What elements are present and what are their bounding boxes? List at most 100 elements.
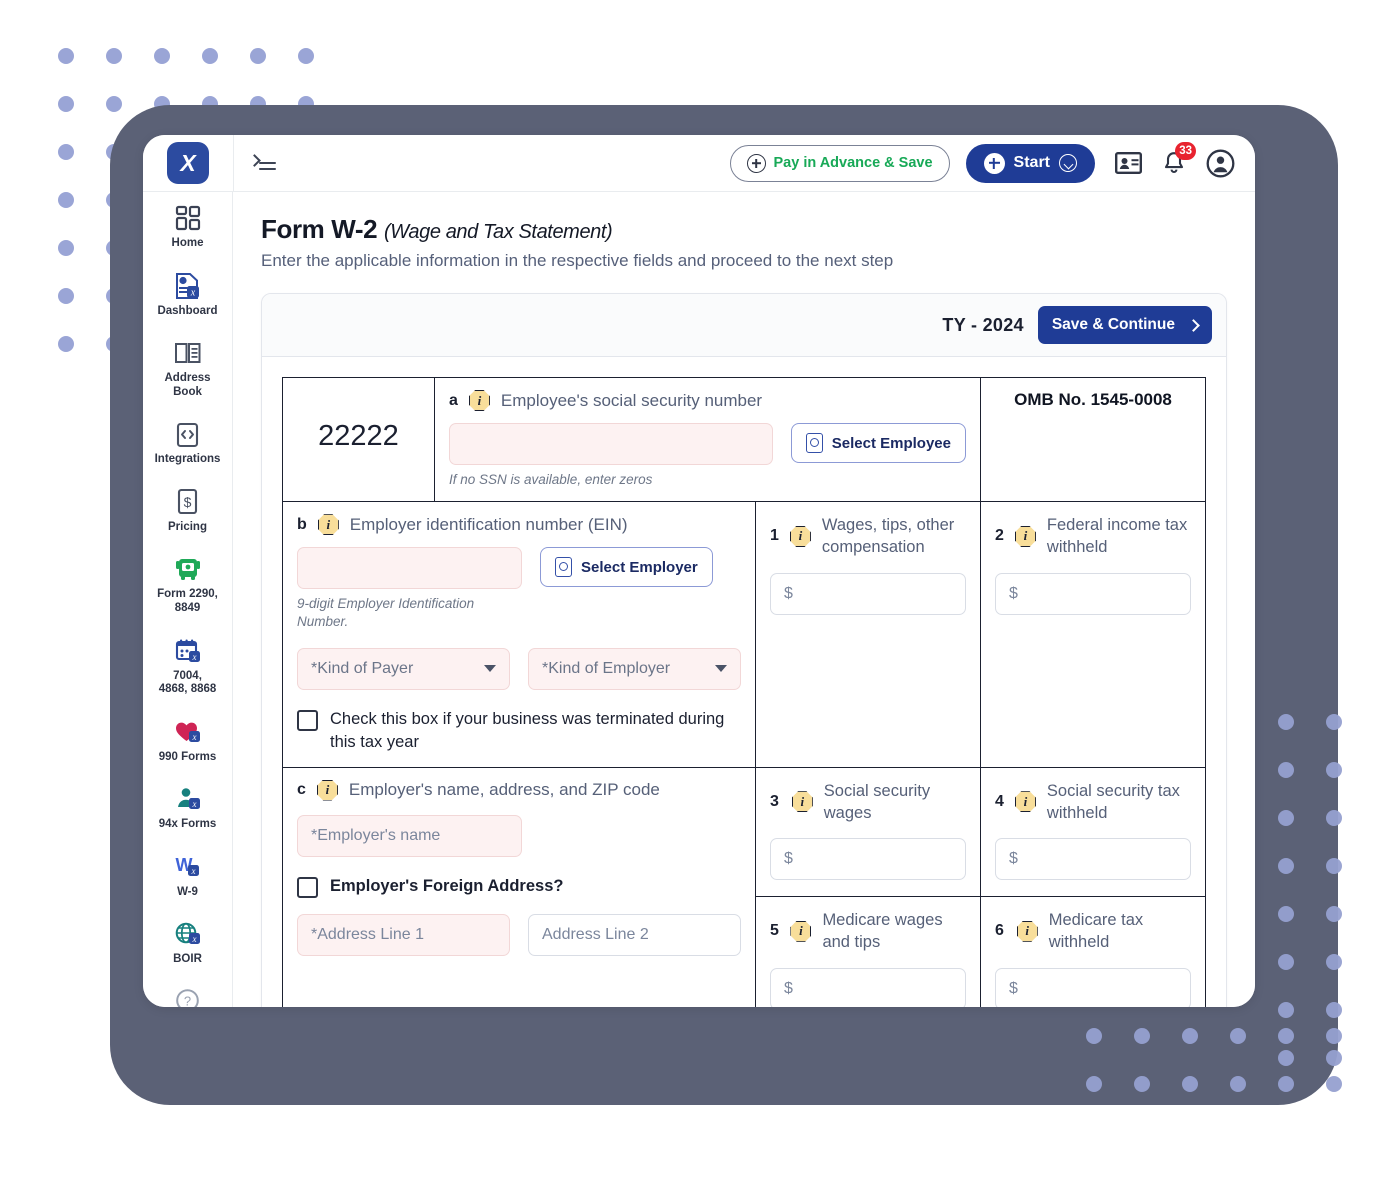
sidebar-item-label: BOIR [173,953,202,966]
foreign-address-checkbox[interactable] [297,876,318,898]
notifications-button[interactable]: 33 [1162,141,1196,176]
collapse-menu-icon[interactable] [248,152,276,174]
box-3-input[interactable]: $ [770,838,966,881]
dollar-document-icon: $ [147,487,228,517]
box-3-label: Social security wages [823,781,931,822]
foreign-address-label: Employer's Foreign Address? [330,876,564,895]
sidebar-item-7004-4868-8868[interactable]: x 7004, 4868, 8868 [143,625,232,706]
box-6-cell: 6 i Medicare tax withheld $ [980,896,1206,1007]
w2-row-top: 22222 a i Employee's social security num… [282,376,1206,503]
chevron-down-icon [715,665,727,673]
sidebar-item-w-9[interactable]: W x W-9 [143,841,232,909]
decor-dot [106,96,122,112]
kind-of-payer-value: *Kind of Payer [311,659,414,677]
save-and-continue-label: Save & Continue [1051,316,1175,333]
box-4-input[interactable]: $ [995,838,1191,881]
box-b-cell: b i Employer identification number (EIN)… [282,501,756,768]
box-a-label: Employee's social security number [500,390,763,410]
sidebar-item-pricing[interactable]: $ Pricing [143,476,232,544]
save-and-continue-button[interactable]: Save & Continue [1037,306,1212,344]
address-line-2-input[interactable]: Address Line 2 [528,913,741,956]
box-c-content: c i Employer's name, address, and ZIP co… [283,768,755,968]
page-title-subtitle: (Wage and Tax Statement) [384,221,613,243]
ssn-hint: If no SSN is available, enter zeros [449,472,653,487]
ein-input[interactable] [297,547,522,590]
info-icon[interactable]: i [316,779,338,801]
decor-dot [58,192,74,208]
decor-dot [1278,1076,1294,1092]
decorative-dot-grid-bottom [1086,1028,1342,1092]
info-icon[interactable]: i [1014,525,1036,547]
decor-dot [1326,714,1342,730]
address-line-1-input[interactable]: *Address Line 1 [297,913,510,956]
sidebar-item-form-2290-8849[interactable]: Form 2290, 8849 [143,543,232,624]
box-5-label: Medicare wages and tips [822,911,943,952]
plus-circle-icon [746,153,766,173]
document-search-icon [555,557,572,578]
sidebar-item-boir[interactable]: x BOIR [143,908,232,976]
pay-in-advance-button[interactable]: Pay in Advance & Save [729,144,950,182]
sidebar-item-990-forms[interactable]: x 990 Forms [143,706,232,774]
user-account-button[interactable] [1206,149,1235,178]
sidebar-item-address-book[interactable]: Address Book [143,327,232,408]
sidebar-item-dashboard[interactable]: x Dashboard [143,260,232,328]
sidebar-nav: Home x Dashboard Address Book Integratio… [143,192,233,1007]
decor-dot [1086,1076,1102,1092]
top-toolbar-right: Pay in Advance & Save Start 33 [233,135,1255,191]
info-icon[interactable]: i [790,920,812,942]
decor-dot [154,48,170,64]
select-employer-button[interactable]: Select Employer [540,547,713,588]
foreign-address-checkbox-row[interactable]: Employer's Foreign Address? [297,875,741,898]
decor-dot [1326,762,1342,778]
select-employee-button[interactable]: Select Employee [790,423,966,463]
sidebar-item-integrations[interactable]: Integrations [143,408,232,476]
svg-text:x: x [191,799,196,809]
box-2-label: Federal income tax withheld [1046,516,1188,557]
decor-dot [1326,858,1342,874]
decor-dot [1278,1002,1294,1018]
info-icon[interactable]: i [789,525,811,547]
decorative-dot-grid-right [1278,714,1342,1066]
info-icon[interactable]: i [1016,920,1038,942]
sidebar-item-label-line2: 4868, 8868 [158,683,217,696]
decor-dot [1230,1028,1246,1044]
info-icon[interactable]: i [468,390,490,411]
box-a-letter: a [449,391,458,409]
form-card-header: TY - 2024 Save & Continue [262,294,1226,357]
sidebar-item-label-line1: Address [164,372,211,385]
window-body: Home x Dashboard Address Book Integratio… [143,192,1255,1007]
kind-of-payer-select[interactable]: *Kind of Payer [297,647,510,690]
start-button[interactable]: Start [965,143,1095,183]
svg-text:x: x [191,732,196,742]
terminated-checkbox-row[interactable]: Check this box if your business was term… [297,708,741,755]
decor-dot [1086,1028,1102,1044]
box-1-input[interactable]: $ [770,572,966,615]
kind-of-employer-select[interactable]: *Kind of Employer [528,647,741,690]
box-5-input[interactable]: $ [770,967,966,1007]
code-clipboard-icon [147,419,228,449]
box-5-cell: 5 i Medicare wages and tips $ [755,896,981,1007]
info-icon[interactable]: i [1014,791,1036,813]
decor-dot [58,240,74,256]
sidebar-item-home[interactable]: Home [143,192,232,260]
contact-card-button[interactable] [1115,152,1142,174]
terminated-checkbox[interactable] [297,709,318,731]
decor-dot [58,288,74,304]
info-icon[interactable]: i [317,514,339,536]
box-6-input[interactable]: $ [995,967,1191,1007]
svg-text:x: x [191,934,196,944]
decor-dot [1326,810,1342,826]
box-4-content: 4 i Social security tax withheld $ [981,768,1205,897]
box-a-content: a i Employee's social security number If… [435,378,980,501]
ssn-input[interactable] [449,423,773,465]
sidebar-item-help[interactable]: ? [143,976,232,1007]
globe-icon: x [147,919,228,949]
info-icon[interactable]: i [791,791,813,813]
sidebar-item-94x-forms[interactable]: x 94x Forms [143,773,232,841]
box-2-input[interactable]: $ [995,572,1191,615]
app-logo-icon[interactable]: X [167,142,209,184]
chevron-down-icon [484,665,496,673]
employer-name-input[interactable]: *Employer's name [297,814,522,857]
decor-dot [1326,1076,1342,1092]
box-c-cell: c i Employer's name, address, and ZIP co… [282,766,756,1007]
